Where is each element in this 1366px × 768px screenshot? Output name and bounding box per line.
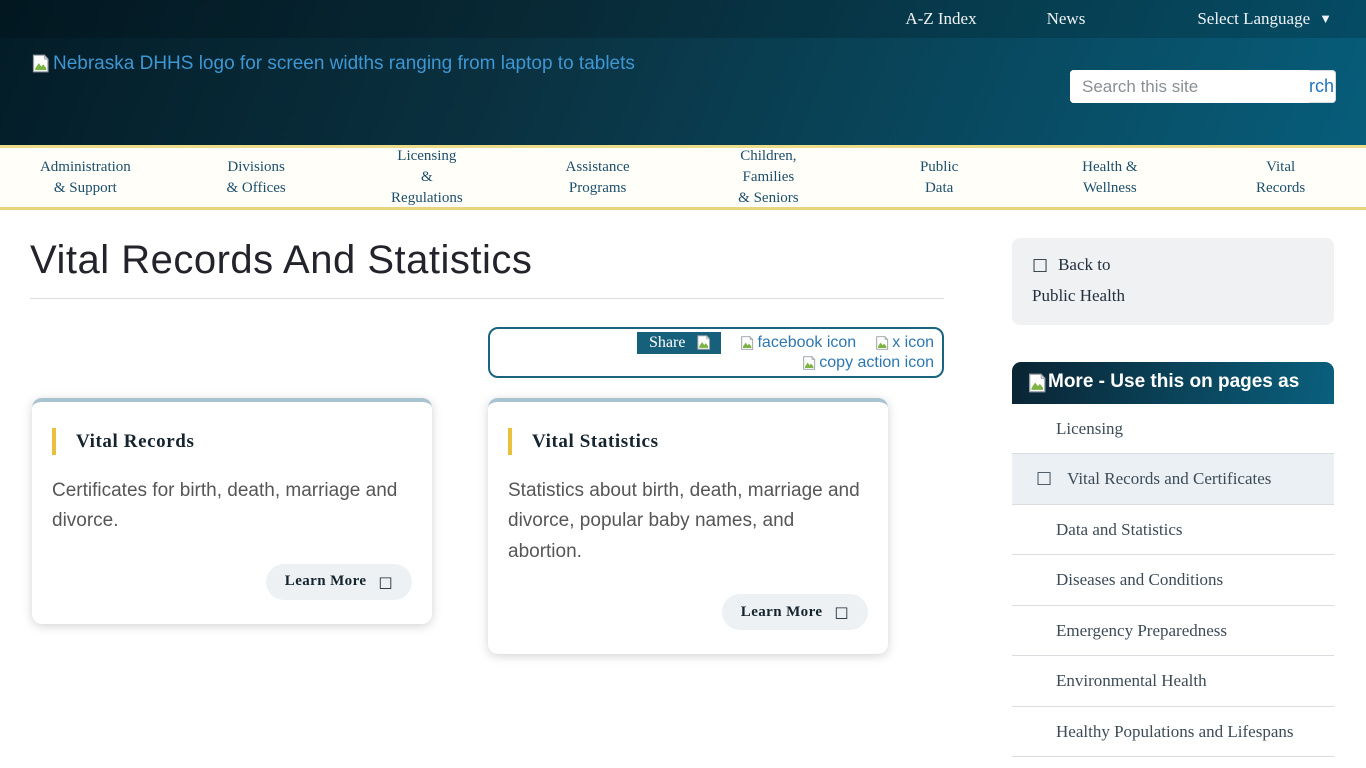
sidebar-section-header: More - Use this on pages as (1012, 362, 1334, 404)
learn-more-label: Learn More (285, 573, 367, 590)
back-to-target-label: Public Health (1032, 286, 1125, 305)
x-icon-alt-text: x icon (892, 334, 934, 352)
right-sidebar: □ Back to Public Health More - Use this o… (1012, 238, 1334, 768)
sidebar-item-emergency-preparedness[interactable]: Emergency Preparedness (1012, 606, 1334, 657)
card-description: Statistics about birth, death, marriage … (508, 476, 868, 567)
share-button[interactable]: Share (637, 332, 721, 354)
site-logo-link[interactable]: Nebraska DHHS logo for screen widths ran… (30, 52, 635, 103)
nav-vital-records[interactable]: Vital Records (1195, 148, 1366, 207)
broken-image-icon (30, 52, 51, 75)
sidebar-item-data-and-statistics[interactable]: Data and Statistics (1012, 505, 1334, 556)
learn-more-label: Learn More (741, 604, 823, 621)
nav-public-data[interactable]: Public Data (854, 148, 1025, 207)
sidebar-item-label: Emergency Preparedness (1056, 621, 1227, 640)
card-description: Certificates for birth, death, marriage … (52, 476, 412, 537)
vital-statistics-card: Vital Statistics Statistics about birth,… (488, 398, 888, 654)
main-navigation: Administration & Support Divisions & Off… (0, 145, 1366, 210)
search-button[interactable]: rch (1309, 76, 1336, 97)
nav-licensing-regulations[interactable]: Licensing & Regulations (342, 148, 513, 207)
sidebar-item-healthy-populations-and-lifespans[interactable]: Healthy Populations and Lifespans (1012, 707, 1334, 758)
share-x-button[interactable]: x icon (874, 334, 934, 352)
sidebar-item-health-disparities[interactable]: Health Disparities (1012, 757, 1334, 768)
broken-image-icon (874, 334, 890, 352)
nav-assistance-programs[interactable]: Assistance Programs (512, 148, 683, 207)
sidebar-item-label: Vital Records and Certificates (1067, 466, 1271, 492)
logo-alt-text: Nebraska DHHS logo for screen widths ran… (53, 52, 635, 76)
arrow-placeholder-icon: □ (378, 573, 393, 591)
sidebar-item-label: Environmental Health (1056, 671, 1207, 690)
utility-bar: A-Z Index News Select Language ▼ (0, 0, 1366, 38)
main-column: Vital Records And Statistics Share faceb… (30, 238, 944, 768)
search-input[interactable] (1070, 70, 1309, 103)
language-selector-label: Select Language (1197, 9, 1310, 29)
language-selector[interactable]: Select Language ▼ (1197, 9, 1332, 29)
chevron-down-icon: ▼ (1319, 11, 1332, 27)
page-title: Vital Records And Statistics (30, 238, 944, 283)
active-marker-placeholder-icon: □ (1036, 466, 1052, 492)
back-arrow-placeholder-icon: □ (1032, 255, 1048, 275)
gold-accent-bar (508, 428, 512, 455)
gold-accent-bar (52, 428, 56, 455)
news-link[interactable]: News (1047, 9, 1086, 29)
sidebar-item-environmental-health[interactable]: Environmental Health (1012, 656, 1334, 707)
sidebar-header-alt-text: More - Use this on pages as (1048, 371, 1299, 393)
broken-image-icon (695, 333, 712, 352)
broken-image-icon (801, 354, 817, 372)
nav-divisions-offices[interactable]: Divisions & Offices (171, 148, 342, 207)
share-toolbar: Share facebook icon x icon c (488, 327, 944, 378)
back-to-public-health-link[interactable]: □ Back to Public Health (1012, 238, 1334, 325)
learn-more-button[interactable]: Learn More □ (722, 594, 868, 630)
site-search: rch (1070, 70, 1336, 103)
broken-image-icon (739, 334, 755, 352)
site-header: A-Z Index News Select Language ▼ Nebrask… (0, 0, 1366, 145)
dhhs-webpage: A-Z Index News Select Language ▼ Nebrask… (0, 0, 1366, 768)
back-to-label: Back to (1058, 255, 1110, 274)
facebook-icon-alt-text: facebook icon (757, 334, 856, 352)
learn-more-button[interactable]: Learn More □ (266, 564, 412, 600)
sidebar-item-diseases-and-conditions[interactable]: Diseases and Conditions (1012, 555, 1334, 606)
sidebar-item-licensing[interactable]: Licensing (1012, 404, 1334, 455)
sidebar-item-label: Diseases and Conditions (1056, 570, 1223, 589)
vital-records-card: Vital Records Certificates for birth, de… (32, 398, 432, 624)
sidebar-item-vital-records-and-certificates[interactable]: □ Vital Records and Certificates (1012, 454, 1334, 505)
sidebar-nav-list: Licensing □ Vital Records and Certificat… (1012, 404, 1334, 768)
nav-administration-support[interactable]: Administration & Support (0, 148, 171, 207)
share-button-label: Share (649, 334, 685, 352)
card-grid: Vital Records Certificates for birth, de… (30, 398, 944, 654)
broken-image-icon (1026, 371, 1048, 395)
nav-children-families-seniors[interactable]: Children, Families & Seniors (683, 148, 854, 207)
title-divider (30, 298, 944, 299)
share-copy-link-button[interactable]: copy action icon (801, 354, 934, 372)
nav-health-wellness[interactable]: Health & Wellness (1025, 148, 1196, 207)
card-title: Vital Statistics (532, 431, 659, 453)
arrow-placeholder-icon: □ (834, 603, 849, 621)
page-content: Vital Records And Statistics Share faceb… (0, 210, 1366, 768)
sidebar-item-label: Healthy Populations and Lifespans (1056, 722, 1294, 741)
copy-action-icon-alt-text: copy action icon (819, 354, 934, 372)
brand-row: Nebraska DHHS logo for screen widths ran… (0, 38, 1366, 103)
sidebar-item-label: Data and Statistics (1056, 520, 1183, 539)
sidebar-item-label: Licensing (1056, 419, 1123, 438)
card-title: Vital Records (76, 431, 194, 453)
share-facebook-button[interactable]: facebook icon (739, 334, 856, 352)
az-index-link[interactable]: A-Z Index (905, 9, 976, 29)
